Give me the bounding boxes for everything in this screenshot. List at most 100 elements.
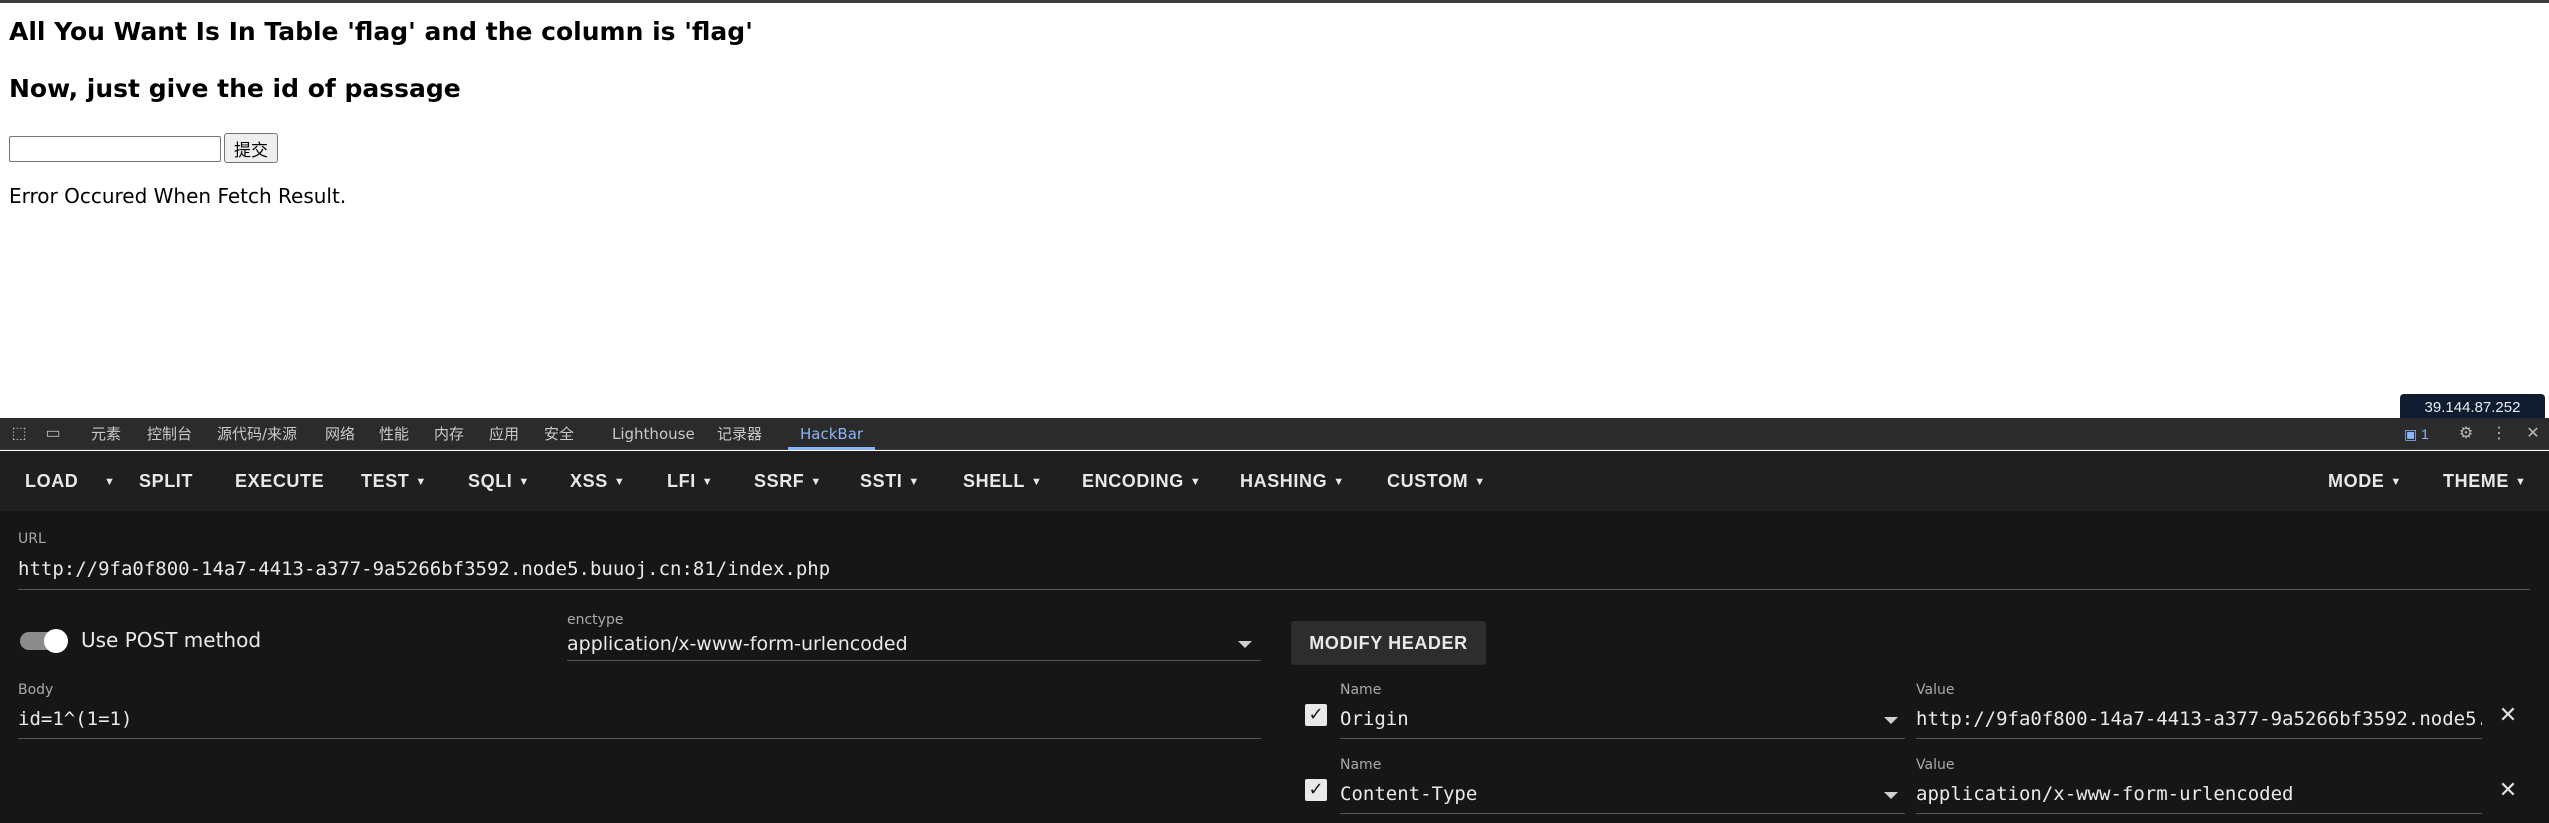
chevron-down-icon: ▼: [908, 476, 920, 488]
encoding-menu-button[interactable]: ENCODING ▼: [1082, 451, 1201, 511]
enctype-underline: [567, 660, 1261, 661]
header-name-underline: [1340, 738, 1905, 739]
close-icon[interactable]: ✕: [2497, 705, 2519, 727]
tab-memory[interactable]: 内存: [434, 418, 464, 450]
header-value-label: Value: [1916, 682, 1955, 698]
header-value-label: Value: [1916, 757, 1955, 773]
header-content-type-checkbox[interactable]: ✓: [1305, 779, 1327, 801]
lfi-menu-label: LFI: [667, 471, 696, 491]
body-underline: [18, 738, 1261, 739]
custom-menu-button[interactable]: CUSTOM ▼: [1387, 451, 1486, 511]
tab-network[interactable]: 网络: [325, 418, 355, 450]
devtools-tab-strip: ⬚ ▭ 元素 控制台 源代码/来源 网络 性能 内存 应用 安全 Lightho…: [0, 418, 2549, 450]
gear-icon[interactable]: ⚙: [2456, 424, 2476, 444]
error-message: Error Occured When Fetch Result.: [9, 184, 347, 208]
xss-menu-button[interactable]: XSS ▼: [570, 451, 625, 511]
header-value-underline: [1916, 813, 2482, 814]
device-toolbar-icon[interactable]: ▭: [43, 424, 63, 444]
header-name-label: Name: [1340, 757, 1382, 773]
header-value-input[interactable]: http://9fa0f800-14a7-4413-a377-9a5266bf3…: [1916, 708, 2482, 730]
toggle-knob: [44, 629, 68, 653]
hackbar-toolbar: LOAD ▼ SPLIT EXECUTE TEST ▼ SQLI ▼ XSS ▼ LF…: [0, 451, 2549, 511]
ssrf-menu-button[interactable]: SSRF ▼: [754, 451, 822, 511]
tab-elements[interactable]: 元素: [91, 418, 121, 450]
hackbar-panel: URL http://9fa0f800-14a7-4413-a377-9a526…: [0, 511, 2549, 823]
web-page: All You Want Is In Table 'flag' and the …: [0, 0, 2549, 421]
chevron-down-icon: ▼: [613, 476, 626, 488]
shell-menu-label: SHELL: [963, 471, 1026, 491]
chevron-down-icon: ▼: [2390, 476, 2402, 488]
tab-application[interactable]: 应用: [489, 418, 519, 450]
ssti-menu-label: SSTI: [860, 471, 903, 491]
sqli-menu-label: SQLI: [468, 471, 513, 491]
chevron-down-icon[interactable]: [1238, 641, 1252, 648]
load-dropdown-toggle[interactable]: ▼: [98, 451, 116, 511]
enctype-label: enctype: [567, 612, 624, 628]
mode-menu-button[interactable]: MODE ▼: [2328, 451, 2402, 511]
tab-performance[interactable]: 性能: [379, 418, 409, 450]
encoding-menu-label: ENCODING: [1082, 471, 1184, 491]
submit-button[interactable]: 提交: [224, 133, 278, 163]
chevron-down-icon[interactable]: [1884, 792, 1898, 799]
post-method-label: Use POST method: [81, 628, 262, 652]
hashing-menu-label: HASHING: [1240, 471, 1328, 491]
chevron-down-icon: ▼: [518, 476, 530, 488]
tab-recorder[interactable]: 记录器: [717, 418, 762, 450]
checkmark-icon: ✓: [1308, 704, 1324, 725]
header-name-input[interactable]: Origin: [1340, 708, 1860, 730]
lfi-menu-button[interactable]: LFI ▼: [667, 451, 713, 511]
modify-header-button[interactable]: MODIFY HEADER: [1291, 621, 1486, 665]
chevron-down-icon: ▼: [1333, 476, 1345, 488]
close-devtools-icon[interactable]: ✕: [2523, 424, 2543, 444]
theme-menu-label: THEME: [2443, 471, 2509, 491]
chat-icon: ▣: [2404, 426, 2418, 442]
ip-address-badge: 39.144.87.252: [2400, 394, 2545, 421]
chevron-down-icon: ▼: [1474, 476, 1486, 488]
shell-menu-button[interactable]: SHELL ▼: [963, 451, 1043, 511]
hashing-menu-button[interactable]: HASHING ▼: [1240, 451, 1345, 511]
header-origin-checkbox[interactable]: ✓: [1305, 704, 1327, 726]
enctype-select[interactable]: application/x-www-form-urlencoded: [567, 633, 1217, 655]
page-heading-table-hint: All You Want Is In Table 'flag' and the …: [9, 17, 753, 46]
body-input[interactable]: id=1^(1=1): [18, 708, 1258, 730]
xss-menu-label: XSS: [570, 471, 608, 491]
checkmark-icon: ✓: [1308, 779, 1324, 800]
chevron-down-icon[interactable]: [1884, 717, 1898, 724]
header-name-input[interactable]: Content-Type: [1340, 783, 1860, 805]
url-underline: [18, 589, 2530, 590]
page-heading-id-hint: Now, just give the id of passage: [9, 74, 461, 103]
ssti-menu-button[interactable]: SSTI ▼: [860, 451, 920, 511]
body-label: Body: [18, 682, 54, 698]
header-value-input[interactable]: application/x-www-form-urlencoded: [1916, 783, 2482, 805]
url-label: URL: [18, 531, 46, 547]
tab-sources[interactable]: 源代码/来源: [217, 418, 297, 450]
load-button[interactable]: LOAD: [25, 451, 78, 511]
post-method-toggle[interactable]: [20, 629, 70, 653]
chevron-down-icon: ▼: [1189, 476, 1202, 488]
more-options-icon[interactable]: ⋮: [2489, 424, 2509, 444]
header-name-underline: [1340, 813, 1905, 814]
header-name-label: Name: [1340, 682, 1382, 698]
tab-lighthouse[interactable]: Lighthouse: [612, 418, 695, 450]
execute-button[interactable]: EXECUTE: [235, 451, 324, 511]
sqli-menu-button[interactable]: SQLI ▼: [468, 451, 530, 511]
issues-count: 1: [2421, 426, 2429, 442]
header-value-underline: [1916, 738, 2482, 739]
tab-console[interactable]: 控制台: [147, 418, 192, 450]
tab-security[interactable]: 安全: [544, 418, 574, 450]
tab-hackbar[interactable]: HackBar: [788, 418, 876, 450]
chevron-down-icon: ▼: [104, 476, 116, 488]
passage-id-input[interactable]: [9, 136, 221, 162]
test-menu-label: TEST: [361, 471, 410, 491]
inspect-element-icon[interactable]: ⬚: [9, 424, 29, 444]
chevron-down-icon: ▼: [1031, 476, 1043, 488]
custom-menu-label: CUSTOM: [1387, 471, 1469, 491]
test-menu-button[interactable]: TEST ▼: [361, 451, 427, 511]
split-button[interactable]: SPLIT: [139, 451, 193, 511]
chevron-down-icon: ▼: [701, 476, 714, 488]
issues-badge[interactable]: ▣ 1: [2404, 418, 2429, 450]
theme-menu-button[interactable]: THEME ▼: [2443, 451, 2527, 511]
ssrf-menu-label: SSRF: [754, 471, 805, 491]
close-icon[interactable]: ✕: [2497, 780, 2519, 802]
url-input[interactable]: http://9fa0f800-14a7-4413-a377-9a5266bf3…: [18, 558, 2528, 580]
